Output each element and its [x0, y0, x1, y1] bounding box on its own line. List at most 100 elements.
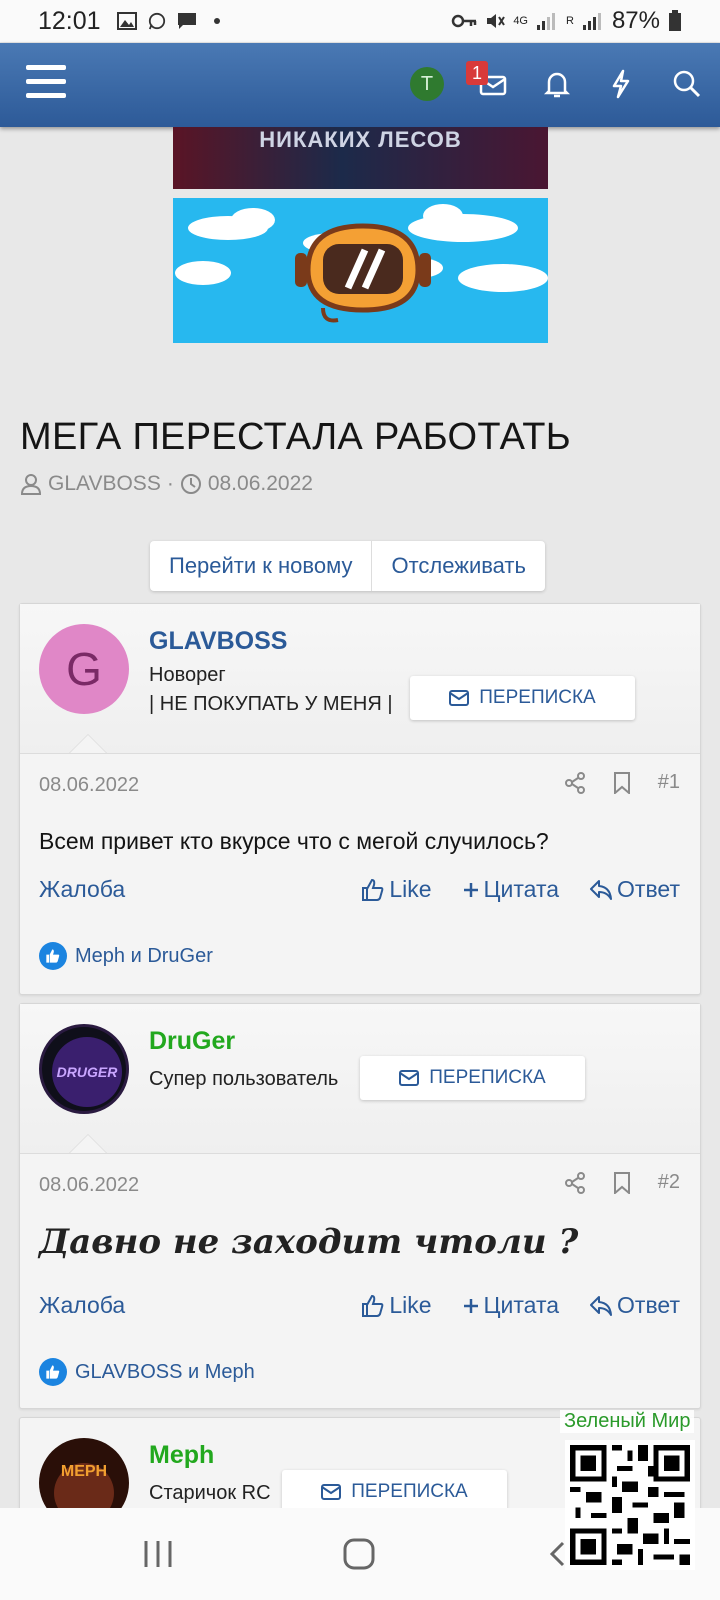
- user-avatar[interactable]: T: [410, 67, 444, 101]
- like-reaction-icon: [39, 1358, 67, 1386]
- post-date-link[interactable]: 08.06.2022: [39, 774, 139, 797]
- share-icon[interactable]: [564, 1171, 586, 1194]
- envelope-icon: [399, 1070, 420, 1086]
- search-icon[interactable]: [670, 67, 704, 101]
- quote-label: Цитата: [483, 1292, 560, 1318]
- like-button[interactable]: Like: [361, 876, 432, 903]
- author-name-link[interactable]: Meph: [149, 1441, 214, 1470]
- author-name-link[interactable]: DruGer: [149, 1027, 235, 1056]
- home-icon[interactable]: [342, 1537, 376, 1571]
- reactions-summary: Meph и DruGer: [39, 942, 213, 970]
- gallery-icon: [116, 12, 137, 30]
- ad-banner-top[interactable]: НИКАКИХ ЛЕСОВ: [173, 127, 548, 189]
- user-icon: [20, 474, 42, 495]
- mute-icon: [487, 14, 506, 28]
- post-number-link[interactable]: #2: [658, 1171, 680, 1194]
- private-message-label: ПЕРЕПИСКА: [351, 1481, 468, 1502]
- clock-icon: [180, 474, 201, 494]
- post-actions: Жалоба Like Цитата Ответ: [39, 1292, 680, 1319]
- post-number-link[interactable]: #1: [658, 771, 680, 794]
- status-bar: 12:01 4G R 87%: [0, 0, 720, 42]
- key-icon: [452, 14, 477, 28]
- quote-label: Цитата: [483, 876, 560, 902]
- plus-icon: [463, 882, 478, 897]
- reactions-users-link[interactable]: GLAVBOSS и Meph: [75, 1361, 255, 1384]
- author-avatar[interactable]: DRUGER: [39, 1024, 129, 1114]
- post-actions: Жалоба Like Цитата Ответ: [39, 876, 680, 903]
- post-content: Давно не заходит чтоли ?: [39, 1222, 579, 1262]
- bell-icon[interactable]: [540, 67, 574, 101]
- signal-icon-2: [582, 13, 601, 30]
- like-reaction-icon: [39, 942, 67, 970]
- dot-icon: [213, 18, 220, 24]
- lightning-icon[interactable]: [604, 67, 638, 101]
- post-tools: #2: [564, 1171, 680, 1194]
- plus-icon: [463, 1298, 478, 1313]
- app-header: T 1: [0, 43, 720, 127]
- menu-icon[interactable]: [26, 65, 66, 101]
- private-message-label: ПЕРЕПИСКА: [479, 687, 596, 708]
- bookmark-icon[interactable]: [612, 1171, 632, 1194]
- thread-author-link[interactable]: GLAVBOSS: [48, 472, 161, 496]
- author-avatar[interactable]: G: [39, 624, 129, 714]
- avatar-text: DRUGER: [57, 1064, 119, 1080]
- bookmark-icon[interactable]: [612, 771, 632, 794]
- network-type: 4G: [513, 14, 528, 27]
- share-icon[interactable]: [564, 771, 586, 794]
- author-role: Новорег: [149, 664, 226, 686]
- report-link[interactable]: Жалоба: [39, 876, 125, 903]
- thumbs-up-icon: [362, 878, 384, 901]
- caret: [70, 1135, 106, 1153]
- reply-label: Ответ: [617, 876, 680, 902]
- watch-button[interactable]: Отслеживать: [371, 541, 545, 591]
- thread-title: МЕГА ПЕРЕСТАЛА РАБОТАТЬ: [20, 416, 572, 458]
- reply-button[interactable]: Ответ: [589, 876, 680, 903]
- reactions-summary: GLAVBOSS и Meph: [39, 1358, 255, 1386]
- like-label: Like: [389, 876, 432, 902]
- roaming-indicator: R: [566, 14, 574, 27]
- reply-icon: [590, 1295, 613, 1316]
- quote-button[interactable]: Цитата: [462, 1292, 560, 1319]
- author-role: Супер пользователь: [149, 1068, 339, 1090]
- recent-apps-icon[interactable]: [140, 1538, 176, 1570]
- banner-text: НИКАКИХ ЛЕСОВ: [259, 127, 462, 152]
- quote-button[interactable]: Цитата: [462, 876, 560, 903]
- private-message-button[interactable]: ПЕРЕПИСКА: [360, 1056, 585, 1100]
- post-author-block: DRUGER DruGer Супер пользователь ПЕРЕПИС…: [20, 1004, 700, 1154]
- author-role: Старичок RC: [149, 1482, 271, 1504]
- post-content: Всем привет кто вкурсе что с мегой случи…: [39, 828, 549, 854]
- thread-actions: Перейти к новому Отслеживать: [150, 541, 545, 591]
- unread-badge: 1: [466, 61, 488, 85]
- battery-percent: 87%: [611, 7, 660, 34]
- private-message-button[interactable]: ПЕРЕПИСКА: [410, 676, 635, 720]
- system-icons: 4G R 87%: [451, 7, 682, 35]
- like-button[interactable]: Like: [361, 1292, 432, 1319]
- battery-icon: [669, 10, 681, 31]
- post-tools: #1: [564, 771, 680, 794]
- author-name-link[interactable]: GLAVBOSS: [149, 627, 287, 656]
- clock: 12:01: [38, 6, 101, 35]
- reply-label: Ответ: [617, 1292, 680, 1318]
- report-link[interactable]: Жалоба: [39, 1292, 125, 1319]
- post-date-link[interactable]: 08.06.2022: [39, 1174, 139, 1197]
- author-tagline: | НЕ ПОКУПАТЬ У МЕНЯ |: [149, 693, 393, 715]
- envelope-icon: [449, 690, 470, 706]
- thread-meta: GLAVBOSS · 08.06.2022: [20, 472, 313, 496]
- ad-banner-image[interactable]: [173, 198, 548, 343]
- cartoon-helmet-image: [175, 204, 548, 323]
- notification-icons: [116, 12, 227, 30]
- post-author-block: G GLAVBOSS Новорег | НЕ ПОКУПАТЬ У МЕНЯ …: [20, 604, 700, 754]
- qr-code: [565, 1440, 695, 1570]
- envelope-icon: [321, 1484, 342, 1500]
- caret: [70, 735, 106, 753]
- post-1: G GLAVBOSS Новорег | НЕ ПОКУПАТЬ У МЕНЯ …: [19, 603, 701, 995]
- reply-button[interactable]: Ответ: [589, 1292, 680, 1319]
- reply-icon: [590, 879, 613, 900]
- post-2: DRUGER DruGer Супер пользователь ПЕРЕПИС…: [19, 1003, 701, 1409]
- reactions-users-link[interactable]: Meph и DruGer: [75, 945, 213, 968]
- thread-date-link[interactable]: 08.06.2022: [208, 472, 313, 496]
- go-to-new-button[interactable]: Перейти к новому: [150, 541, 371, 591]
- private-message-label: ПЕРЕПИСКА: [429, 1067, 546, 1088]
- thumbs-up-icon: [362, 1294, 384, 1317]
- watermark-label: Зеленый Мир: [560, 1410, 695, 1433]
